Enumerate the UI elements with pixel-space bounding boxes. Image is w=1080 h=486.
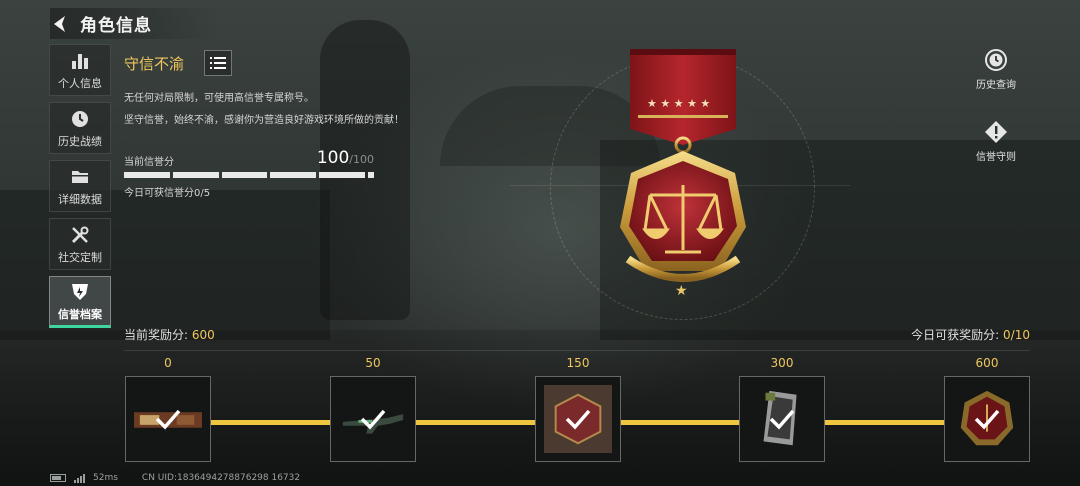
uid-text: CN UID:1836494278876298 16732 (141, 473, 301, 483)
sidebar-item-label: 个人信息 (58, 76, 102, 90)
reputation-rules-label: 信誉守则 (976, 152, 1016, 163)
checkmark-icon (565, 409, 591, 430)
reward-item-box[interactable] (330, 376, 416, 462)
sidebar-item-label: 历史战绩 (58, 134, 102, 148)
reward-tier: 300 (739, 356, 825, 462)
reward-tier: 50 (330, 356, 416, 462)
reward-header: 当前奖励分: 600 今日可获奖励分: 0/10 (124, 326, 1030, 343)
status-footer: 52ms CN UID:1836494278876298 16732 (50, 473, 300, 483)
page-header: 角色信息 (50, 8, 222, 39)
svg-text:★ ★ ★ ★ ★: ★ ★ ★ ★ ★ (647, 97, 710, 110)
battery-icon (50, 474, 66, 482)
reputation-info: 守信不渝 无任何对局限制，可使用高信誉专属称号。 坚守信誉，始终不渝，感谢你为营… (124, 50, 444, 199)
tier-threshold: 50 (365, 356, 381, 370)
tier-threshold: 0 (164, 356, 172, 370)
sidebar-item-personal-info[interactable]: 个人信息 (49, 44, 111, 96)
score-label: 当前信誉分 (124, 157, 174, 168)
today-score-text: 今日可获信誉分0/5 (124, 188, 211, 199)
page-title: 角色信息 (80, 16, 152, 36)
reputation-title: 守信不渝 (124, 54, 185, 73)
list-icon (210, 57, 227, 69)
reward-item-box[interactable] (944, 376, 1030, 462)
reputation-medal: ★ ★ ★ ★ ★ ★ (510, 45, 850, 320)
reward-item-box[interactable] (739, 376, 825, 462)
history-query-button[interactable]: 历史查询 (966, 48, 1026, 91)
current-reward-label: 当前奖励分: (124, 328, 189, 342)
checkmark-icon (769, 409, 795, 430)
history-query-label: 历史查询 (976, 80, 1016, 91)
today-reward-value: 0/10 (1003, 328, 1030, 342)
shield-icon (69, 281, 91, 303)
tier-threshold: 150 (566, 356, 590, 370)
ping-text: 52ms (93, 473, 118, 483)
checkmark-icon (155, 409, 181, 430)
score-progress-bar (124, 172, 374, 178)
sidebar-item-detailed-data[interactable]: 详细数据 (49, 160, 111, 212)
signal-icon (74, 473, 85, 483)
sidebar-item-match-history[interactable]: 历史战绩 (49, 102, 111, 154)
reward-tier: 0 (125, 356, 211, 462)
reputation-desc-2: 坚守信誉，始终不渝，感谢你为营造良好游戏环境所做的贡献！ (124, 115, 404, 126)
sidebar-item-reputation[interactable]: 信誉档案 (49, 276, 111, 328)
sidebar-item-label: 详细数据 (58, 192, 102, 206)
reward-item-box[interactable] (535, 376, 621, 462)
checkmark-icon (974, 409, 1000, 430)
sidebar-item-label: 社交定制 (58, 250, 102, 264)
svg-text:★: ★ (675, 283, 688, 299)
reward-divider (124, 350, 1030, 351)
sidebar-item-social-custom[interactable]: 社交定制 (49, 218, 111, 270)
reward-item-box[interactable] (125, 376, 211, 462)
tier-threshold: 300 (770, 356, 794, 370)
score-max: /100 (349, 153, 374, 166)
today-reward-label: 今日可获奖励分: (911, 328, 1000, 342)
reputation-rules-button[interactable]: 信誉守则 (966, 120, 1026, 163)
tier-threshold: 600 (975, 356, 999, 370)
sidebar: 个人信息 历史战绩 详细数据 社交定制 信誉档案 (49, 44, 111, 334)
bar-chart-icon (69, 50, 91, 72)
clock-icon (69, 108, 91, 130)
warning-diamond-icon (985, 121, 1007, 143)
title-list-button[interactable] (204, 50, 233, 76)
checkmark-icon (360, 409, 386, 430)
score-value: 100 (316, 148, 350, 168)
reputation-desc-1: 无任何对局限制，可使用高信誉专属称号。 (124, 93, 314, 104)
tools-icon (69, 224, 91, 246)
reward-tier: 150 (535, 356, 621, 462)
back-arrow-icon[interactable] (50, 14, 70, 34)
history-clock-icon (985, 49, 1007, 71)
folder-icon (69, 166, 91, 188)
current-reward-value: 600 (191, 328, 215, 342)
reward-tier: 600 (944, 356, 1030, 462)
sidebar-item-label: 信誉档案 (58, 307, 102, 321)
